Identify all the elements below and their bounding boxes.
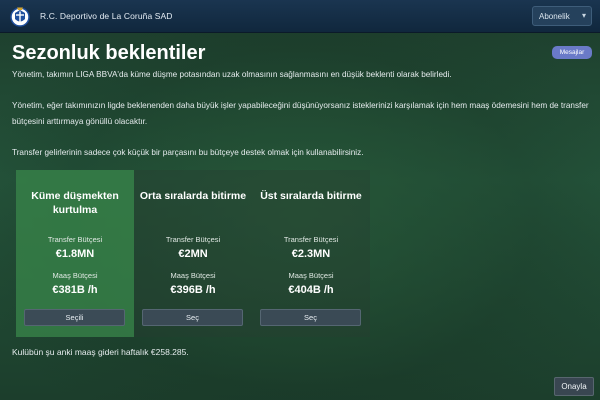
option-title: Üst sıralarda bitirme [260,190,362,202]
select-button[interactable]: Seç [260,309,361,326]
wage-budget-label: Maaş Bütçesi [52,271,98,280]
messages-button[interactable]: Mesajlar [552,46,592,59]
option-title: Orta sıralarda bitirme [139,190,247,202]
board-support-paragraph: Yönetim, eğer takımınızın ligde beklenen… [12,101,589,126]
chevron-down-icon: ▾ [581,11,586,20]
club-crest-icon [10,7,30,27]
current-wage-text: Kulübün şu anki maaş gideri haftalık €25… [12,347,189,357]
transfer-budget-value: €1.8MN [55,248,95,260]
selected-button[interactable]: Seçili [24,309,125,326]
option-title: Küme düşmekten kurtulma [31,190,119,216]
wage-budget-value: €396B /h [170,284,216,296]
wage-budget-value: €381B /h [52,284,98,296]
transfer-income-paragraph: Transfer gelirlerinin sadece çok küçük b… [12,148,364,157]
option-relegation-avoid[interactable]: Küme düşmekten kurtulma Transfer Bütçesi… [16,170,134,337]
wage-budget-label: Maaş Bütçesi [288,271,334,280]
transfer-budget-label: Transfer Bütçesi [165,235,221,244]
wage-budget-value: €404B /h [288,284,334,296]
option-top-half[interactable]: Üst sıralarda bitirme Transfer Bütçesi €… [252,170,370,337]
top-bar: R.C. Deportivo de La Coruña SAD Abonelik… [0,0,600,33]
transfer-budget-value: €2MN [178,248,208,260]
expectation-paragraph: Yönetim, takımın LIGA BBVA'da küme düşme… [12,70,452,79]
confirm-button[interactable]: Onayla [554,377,594,396]
transfer-budget-label: Transfer Bütçesi [47,235,103,244]
wage-budget-label: Maaş Bütçesi [170,271,216,280]
expectation-options: Küme düşmekten kurtulma Transfer Bütçesi… [16,170,370,337]
option-mid-table[interactable]: Orta sıralarda bitirme Transfer Bütçesi … [134,170,252,337]
select-button[interactable]: Seç [142,309,243,326]
transfer-budget-label: Transfer Bütçesi [283,235,339,244]
club-name: R.C. Deportivo de La Coruña SAD [40,11,173,21]
transfer-budget-value: €2.3MN [291,248,331,260]
page-title: Sezonluk beklentiler [12,42,206,64]
subscription-select-label: Abonelik [539,11,570,21]
subscription-select[interactable]: Abonelik ▾ [532,6,592,26]
